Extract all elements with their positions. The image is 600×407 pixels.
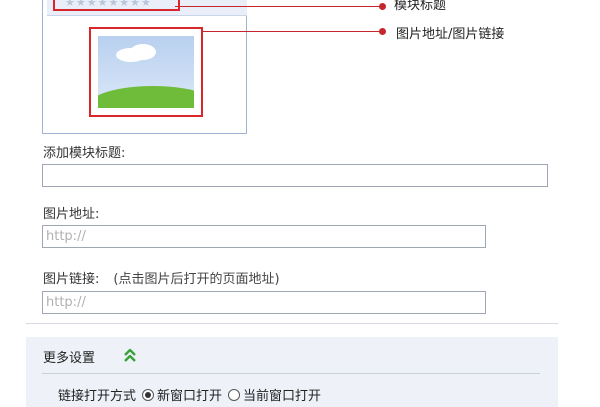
callout-label-module-title: 模块标题	[394, 0, 447, 13]
double-chevron-up-icon[interactable]	[122, 347, 138, 363]
image-url-label: 图片地址:	[43, 207, 100, 222]
radio-current-window[interactable]	[228, 388, 241, 401]
module-title-label: 添加模块标题:	[43, 146, 126, 161]
more-settings-panel: 更多设置 链接打开方式 新窗口打开 当前窗口打开	[26, 337, 558, 407]
image-link-label-row: 图片链接: (点击图片后打开的页面地址)	[43, 268, 280, 287]
callout-dot-module-title	[379, 3, 386, 10]
image-highlight	[89, 27, 203, 117]
settings-divider	[42, 373, 540, 374]
landscape-image-icon	[98, 36, 194, 108]
radio-new-window[interactable]	[142, 388, 155, 401]
preview-title-band: ★★★★★★★★	[47, 0, 247, 16]
module-title-highlight: ★★★★★★★★	[53, 0, 180, 11]
radio-new-window-label[interactable]: 新窗口打开	[157, 385, 222, 404]
callout-line-image-link	[202, 31, 382, 32]
image-link-input[interactable]	[42, 291, 486, 314]
title-placeholder-stars: ★★★★★★★★	[65, 0, 152, 9]
callout-line-module-title	[175, 6, 380, 7]
callout-dot-image-link	[379, 28, 386, 35]
open-mode-label: 链接打开方式	[58, 389, 137, 404]
module-title-input[interactable]	[42, 164, 548, 187]
module-preview: ★★★★★★★★	[42, 0, 247, 134]
image-link-hint: (点击图片后打开的页面地址)	[113, 272, 280, 287]
radio-current-window-label[interactable]: 当前窗口打开	[243, 385, 321, 404]
callout-label-image-link: 图片地址/图片链接	[396, 27, 505, 42]
more-settings-title[interactable]: 更多设置	[43, 347, 95, 366]
image-link-label: 图片链接:	[43, 272, 100, 287]
image-url-input[interactable]	[42, 225, 486, 248]
section-divider	[26, 323, 558, 324]
open-mode-row: 链接打开方式 新窗口打开 当前窗口打开	[58, 385, 321, 404]
